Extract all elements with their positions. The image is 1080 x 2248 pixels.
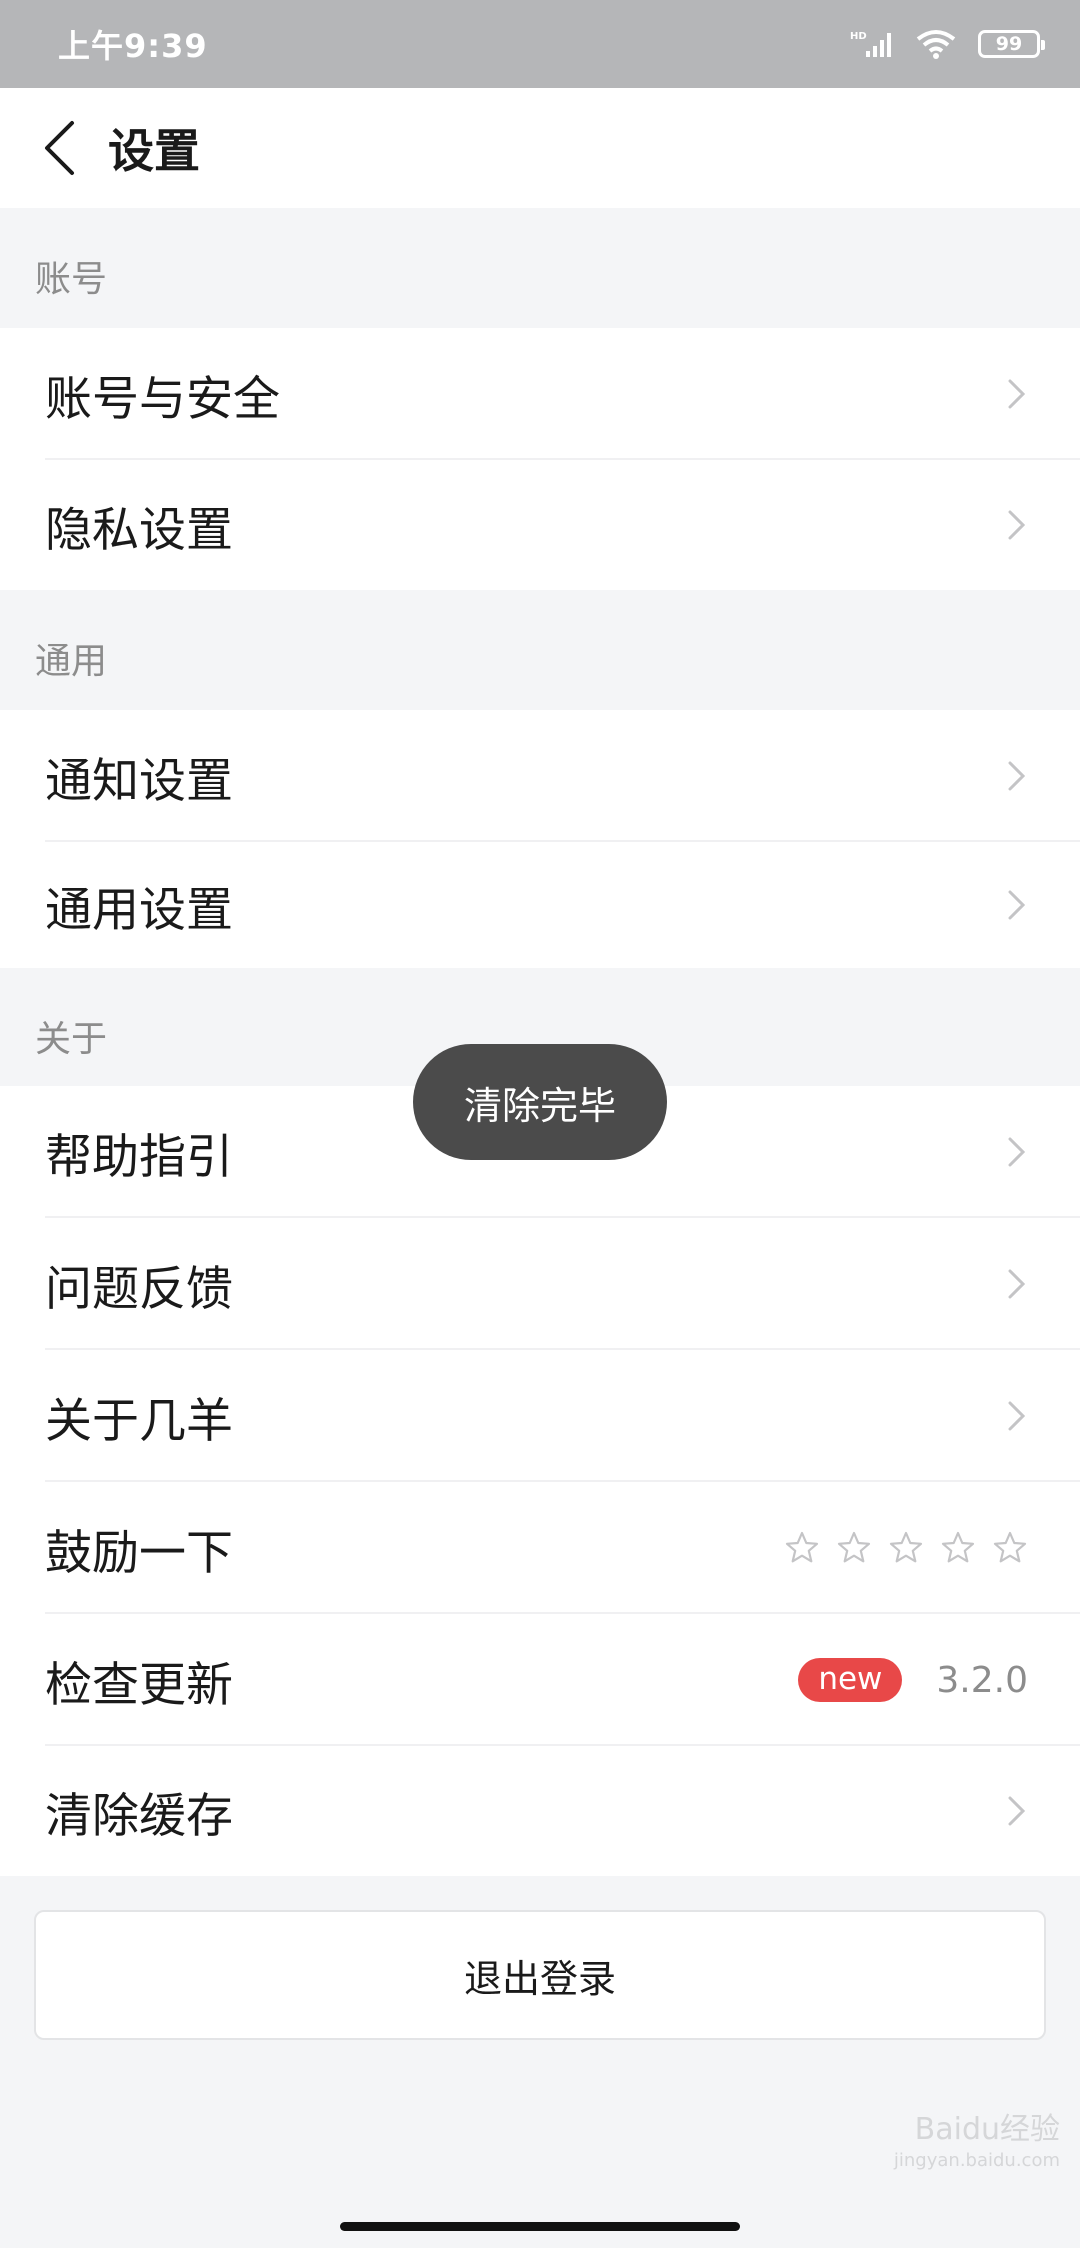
row-label: 清除缓存	[45, 1788, 233, 1844]
settings-row-feedback[interactable]: 问题反馈	[0, 1218, 1080, 1350]
new-badge: new	[798, 1657, 903, 1703]
chevron-right-icon	[1008, 1269, 1026, 1299]
row-label: 鼓励一下	[45, 1525, 233, 1581]
row-label: 问题反馈	[45, 1261, 233, 1317]
row-label: 账号与安全	[45, 371, 280, 427]
row-label: 关于几羊	[45, 1393, 233, 1449]
row-label: 通知设置	[45, 753, 233, 809]
header: 设置	[0, 88, 1080, 208]
chevron-right-icon	[1008, 379, 1026, 409]
back-button[interactable]	[14, 88, 104, 208]
star-icon[interactable]	[836, 1530, 872, 1566]
chevron-right-icon	[1008, 510, 1026, 540]
status-bar: 上午9:39 HD 99	[0, 0, 1080, 88]
star-rating[interactable]	[784, 1530, 1028, 1566]
settings-row-privacy[interactable]: 隐私设置	[0, 460, 1080, 590]
section-label-account: 账号	[35, 259, 108, 300]
battery-level: 99	[995, 33, 1023, 55]
chevron-right-icon	[1008, 1796, 1026, 1826]
watermark-sub: jingyan.baidu.com	[893, 2150, 1060, 2171]
toast: 清除完毕	[413, 1044, 667, 1160]
status-icons: HD 99	[850, 29, 1045, 59]
row-label: 检查更新	[45, 1657, 233, 1713]
chevron-right-icon	[1008, 761, 1026, 791]
settings-row-notifications[interactable]: 通知设置	[0, 710, 1080, 842]
settings-row-rate[interactable]: 鼓励一下	[0, 1482, 1080, 1614]
svg-text:HD: HD	[850, 31, 867, 42]
star-icon[interactable]	[992, 1530, 1028, 1566]
row-label: 通用设置	[45, 882, 233, 938]
star-icon[interactable]	[940, 1530, 976, 1566]
settings-row-account-security[interactable]: 账号与安全	[0, 328, 1080, 460]
chevron-right-icon	[1008, 890, 1026, 920]
watermark-logo: Baidu经验 jingyan.baidu.com	[820, 2110, 1060, 2220]
section-label-about: 关于	[35, 1019, 108, 1060]
hd-signal-icon: HD	[850, 31, 891, 57]
settings-row-about-app[interactable]: 关于几羊	[0, 1350, 1080, 1482]
settings-row-general[interactable]: 通用设置	[0, 842, 1080, 968]
star-icon[interactable]	[784, 1530, 820, 1566]
battery-icon: 99	[978, 30, 1045, 58]
wifi-icon	[916, 30, 956, 59]
version-text: 3.2.0	[936, 1659, 1028, 1701]
settings-row-clear-cache[interactable]: 清除缓存	[0, 1746, 1080, 1876]
home-indicator[interactable]	[340, 2222, 740, 2231]
status-time: 上午9:39	[58, 27, 208, 65]
settings-row-check-update[interactable]: 检查更新 new 3.2.0	[0, 1614, 1080, 1746]
chevron-right-icon	[1008, 1401, 1026, 1431]
chevron-right-icon	[1008, 1137, 1026, 1167]
page-title: 设置	[108, 124, 200, 178]
watermark-text: Baidu经验	[914, 2112, 1060, 2147]
star-icon[interactable]	[888, 1530, 924, 1566]
logout-button[interactable]: 退出登录	[34, 1910, 1046, 2040]
row-label: 隐私设置	[45, 502, 233, 558]
section-label-general: 通用	[35, 641, 108, 682]
chevron-left-icon	[45, 121, 74, 175]
